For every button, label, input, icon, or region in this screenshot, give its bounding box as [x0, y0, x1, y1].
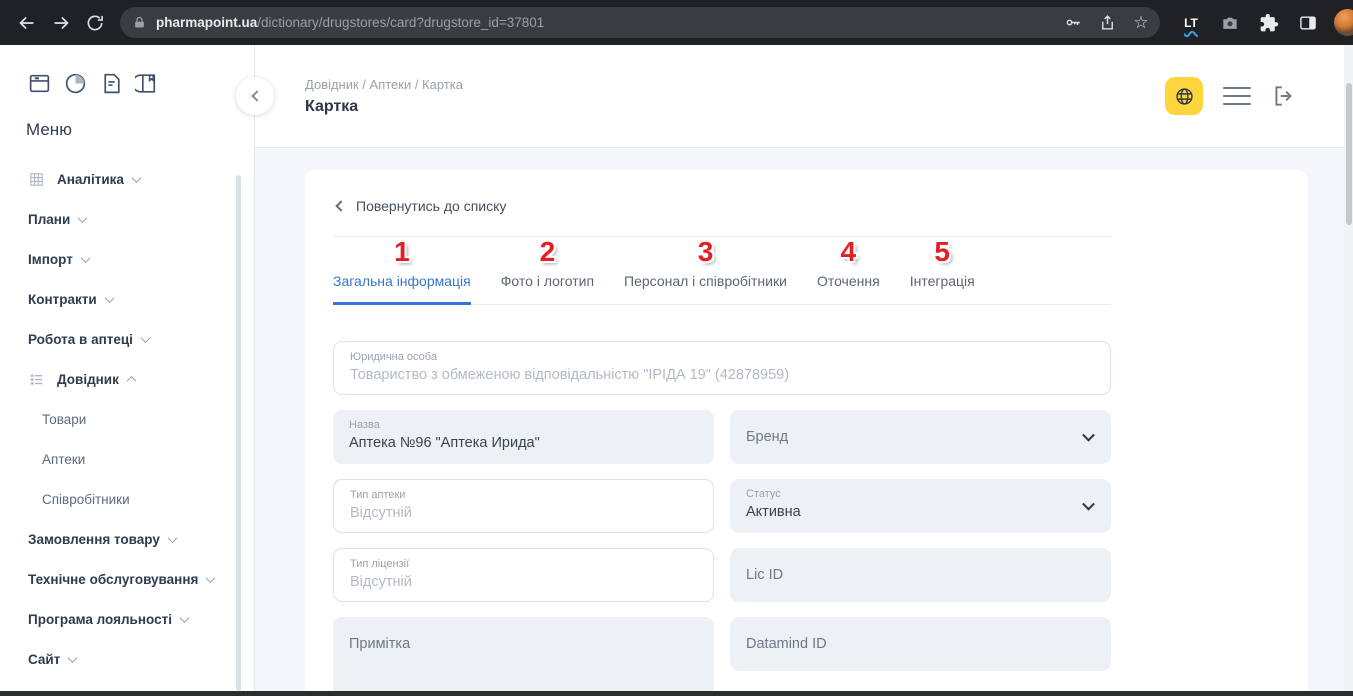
sidebar-item-goods-order[interactable]: Замовлення товару [0, 519, 254, 559]
chevron-down-icon [206, 573, 216, 583]
forward-icon[interactable] [44, 6, 78, 40]
extensions-puzzle-icon[interactable] [1252, 6, 1286, 40]
page-scrollbar-thumb[interactable] [1346, 83, 1352, 225]
archive-box-icon[interactable] [26, 70, 53, 97]
tab-bar: 1 Загальна інформація 2 Фото і логотип 3… [333, 236, 1111, 305]
tab-integration[interactable]: 5 Інтеграція [910, 273, 975, 304]
bookmark-star-icon[interactable]: ☆ [1126, 6, 1156, 40]
sidebar-item-contracts[interactable]: Контракти [0, 279, 254, 319]
legal-entity-field[interactable]: Юридична особа Товариство з обмеженою ві… [333, 341, 1111, 395]
chevron-left-icon [251, 90, 262, 101]
page-scrollbar[interactable] [1344, 45, 1353, 691]
brand-select[interactable]: Бренд [730, 410, 1111, 464]
status-select[interactable]: Статус Активна [730, 479, 1111, 533]
globe-icon [1174, 86, 1195, 107]
chevron-down-icon [180, 613, 190, 623]
grid-icon [28, 170, 46, 188]
sidebar-item-plans[interactable]: Плани [0, 199, 254, 239]
address-bar[interactable]: pharmapoint.ua/dictionary/drugstores/car… [120, 7, 1160, 38]
languagetool-extension-icon[interactable]: LT [1174, 6, 1208, 40]
tab-personnel[interactable]: 3 Персонал і співробітники [624, 273, 787, 304]
list-icon [28, 370, 46, 388]
logout-icon[interactable] [1271, 83, 1297, 109]
tab-surroundings[interactable]: 4 Оточення [817, 273, 880, 304]
camera-extension-icon[interactable] [1213, 6, 1247, 40]
annotation-mark-4: 4 [841, 236, 857, 268]
sidebar-item-goods[interactable]: Товари [0, 399, 254, 439]
share-icon[interactable] [1092, 6, 1122, 40]
chevron-down-icon [78, 213, 88, 223]
page-header: Довідник / Аптеки / Картка Картка [255, 45, 1353, 148]
pharmacy-type-field[interactable]: Тип аптеки Відсутній [333, 479, 714, 533]
side-panel-icon[interactable] [1291, 6, 1325, 40]
annotation-mark-3: 3 [698, 236, 714, 268]
annotation-mark-1: 1 [394, 236, 410, 268]
drugstore-card: Повернутись до списку 1 Загальна інформа… [305, 170, 1308, 696]
bottom-edge-bar [0, 691, 1353, 696]
content-area: Повернутись до списку 1 Загальна інформа… [255, 148, 1353, 696]
sidebar-item-drugstores[interactable]: Аптеки [0, 439, 254, 479]
chevron-down-icon [80, 253, 90, 263]
tab-photo-logo[interactable]: 2 Фото і логотип [501, 273, 594, 304]
sidebar-item-loyalty[interactable]: Програма лояльності [0, 599, 254, 639]
chevron-down-icon [140, 333, 150, 343]
sidebar-item-pharmacy-work[interactable]: Робота в аптеці [0, 319, 254, 359]
chevron-down-icon [167, 533, 177, 543]
sidebar-item-site[interactable]: Сайт [0, 639, 254, 679]
pie-chart-icon[interactable] [62, 70, 89, 97]
profile-avatar[interactable] [1330, 6, 1353, 40]
book-icon[interactable] [134, 70, 161, 97]
datamind-id-field[interactable]: Datamind ID [730, 617, 1111, 671]
sidebar-scrollbar[interactable] [236, 175, 241, 691]
sidebar-item-import[interactable]: Імпорт [0, 239, 254, 279]
annotation-mark-2: 2 [540, 236, 556, 268]
sidebar-item-analytics[interactable]: Аналітика [0, 159, 254, 199]
back-to-list-link[interactable]: Повернутись до списку [333, 192, 1111, 220]
hamburger-menu-icon[interactable] [1223, 87, 1251, 106]
browser-toolbar: pharmapoint.ua/dictionary/drugstores/car… [0, 0, 1353, 45]
language-globe-button[interactable] [1165, 77, 1203, 115]
sidebar-item-dictionary[interactable]: Довідник [0, 359, 254, 399]
tab-general-info[interactable]: 1 Загальна інформація [333, 273, 471, 304]
sidebar-menu: Аналітика Плани Імпорт Контракти Робота … [0, 159, 254, 679]
chevron-down-icon [131, 173, 141, 183]
chevron-down-icon [68, 653, 78, 663]
lock-icon [132, 15, 147, 30]
key-icon[interactable] [1058, 6, 1088, 40]
sidebar-collapse-button[interactable] [236, 77, 274, 115]
chevron-down-icon [104, 293, 114, 303]
name-field[interactable]: Назва Аптека №96 "Аптека Ирида" [333, 410, 714, 464]
general-info-form: Юридична особа Товариство з обмеженою ві… [333, 341, 1111, 696]
chevron-left-icon [335, 200, 346, 211]
sidebar-item-maintenance[interactable]: Технічне обслуговування [0, 559, 254, 599]
note-field[interactable]: Примітка [333, 617, 714, 696]
chevron-up-icon [126, 375, 136, 385]
document-icon[interactable] [98, 70, 125, 97]
lic-id-field[interactable]: Lic ID [730, 548, 1111, 602]
sidebar-item-employees[interactable]: Співробітники [0, 479, 254, 519]
back-icon[interactable] [10, 6, 44, 40]
page-title: Картка [305, 98, 463, 116]
license-type-field[interactable]: Тип ліцензії Відсутній [333, 548, 714, 602]
url-text: pharmapoint.ua/dictionary/drugstores/car… [156, 15, 544, 30]
sidebar: Меню Аналітика Плани Імпорт Контракти Ро… [0, 45, 255, 696]
reload-icon[interactable] [78, 6, 112, 40]
breadcrumb: Довідник / Аптеки / Картка [305, 77, 463, 92]
annotation-mark-5: 5 [934, 236, 950, 268]
chevron-down-icon [1082, 429, 1095, 442]
menu-title: Меню [26, 120, 254, 140]
